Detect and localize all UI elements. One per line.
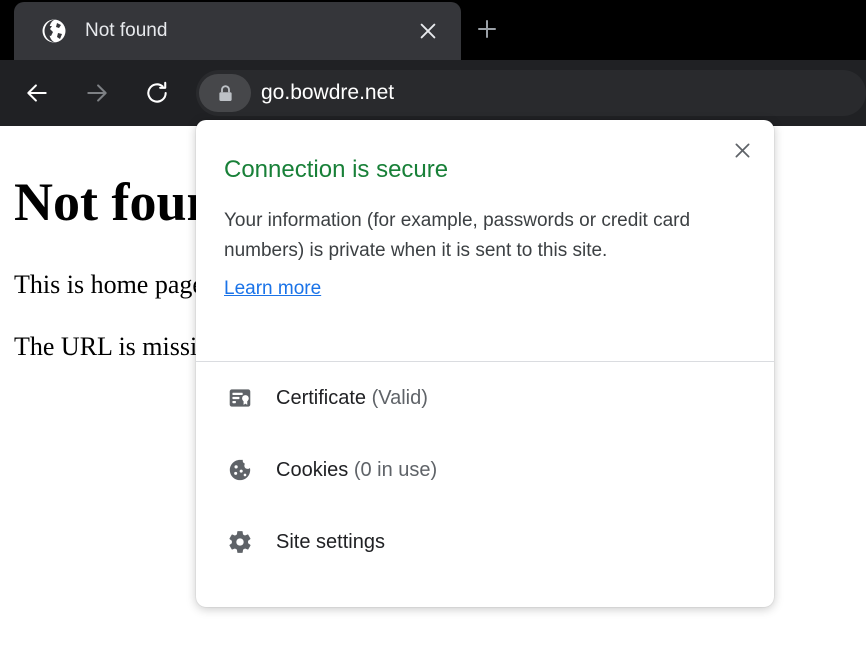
certificate-icon [226,384,254,412]
certificate-label-text: Certificate [276,386,367,409]
new-tab-button[interactable] [470,12,504,46]
globe-icon [41,18,67,44]
site-settings-row[interactable]: Site settings [196,506,774,578]
cookies-label-text: Cookies [276,458,349,481]
close-icon[interactable] [724,132,760,168]
connection-status-description: Your information (for example, passwords… [224,210,691,261]
forward-button[interactable] [74,70,120,116]
back-button[interactable] [14,70,60,116]
connection-status-heading: Connection is secure [224,156,449,183]
close-icon[interactable] [411,14,445,48]
learn-more-link[interactable]: Learn more [224,278,321,300]
tab-title: Not found [85,20,168,41]
browser-tab-not-found[interactable]: Not found [14,2,461,60]
address-bar[interactable]: go.bowdre.net [196,70,866,116]
lock-icon[interactable] [199,74,251,112]
cookies-status: (0 in use) [348,458,438,481]
page-paragraph-home: This is home page. [14,270,211,299]
cookie-icon [226,456,254,484]
gear-icon [226,528,254,556]
tab-strip: Not found [0,0,866,60]
reload-button[interactable] [134,70,180,116]
bubble-option-list: Certificate (Valid) Cookies (0 in use) S… [196,362,774,578]
certificate-row[interactable]: Certificate (Valid) [196,362,774,434]
cookies-row[interactable]: Cookies (0 in use) [196,434,774,506]
cookies-label: Cookies (0 in use) [276,459,437,482]
site-information-popup: Connection is secure Your information (f… [196,120,774,607]
site-settings-label-text: Site settings [276,530,385,553]
address-bar-url: go.bowdre.net [261,81,395,104]
certificate-status: (Valid) [366,386,428,409]
certificate-label: Certificate (Valid) [276,387,428,410]
site-settings-label: Site settings [276,531,385,554]
